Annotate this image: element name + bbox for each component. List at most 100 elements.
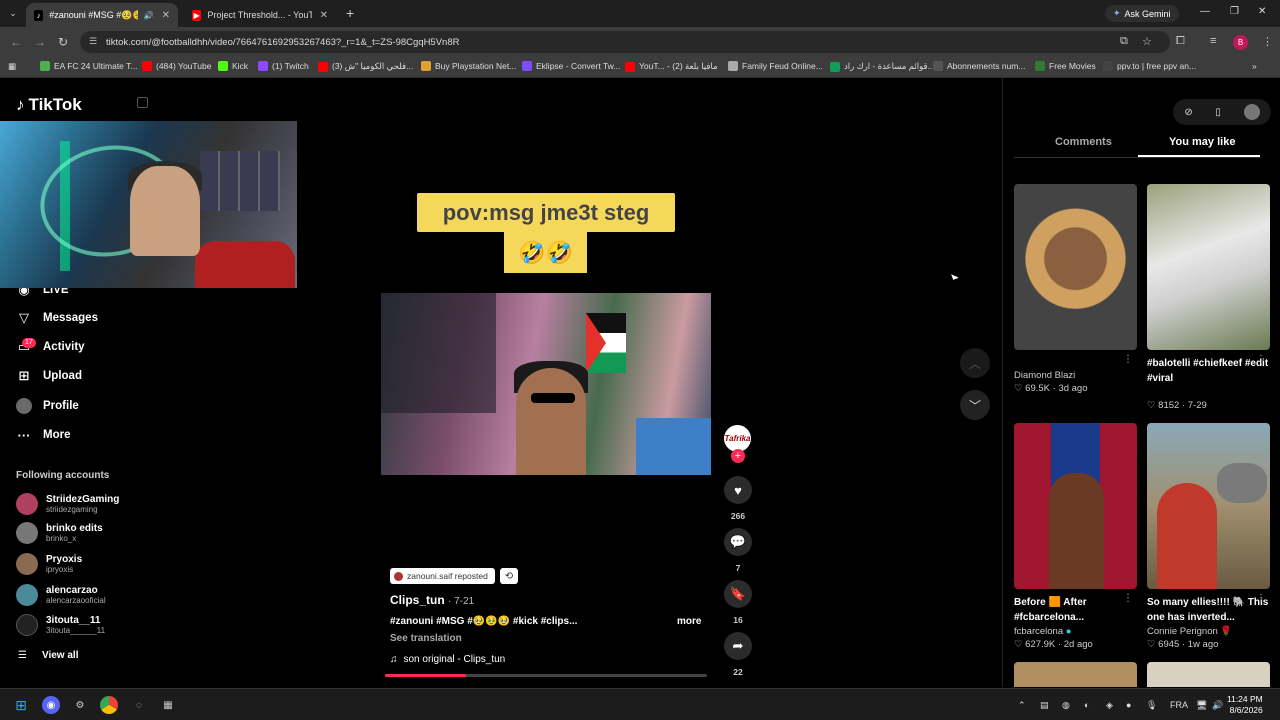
like-button[interactable]: ♥ (724, 476, 752, 504)
following-account[interactable]: alencarzao alencarzaooficial (16, 584, 106, 606)
see-translation-link[interactable]: See translation (390, 633, 462, 644)
save-button[interactable]: 🔖 (724, 580, 752, 608)
tray-app-icon[interactable]: ◍ (1062, 700, 1070, 711)
next-video-button[interactable]: ﹀ (960, 390, 990, 420)
following-account[interactable]: StriidezGaming striidezgaming (16, 493, 119, 515)
tray-app-icon[interactable]: ◈ (1106, 700, 1113, 711)
video-thumbnail[interactable] (1147, 184, 1270, 350)
tray-app-icon[interactable]: ● (1126, 700, 1131, 710)
video-thumbnail[interactable] (1014, 184, 1137, 350)
minimize-icon[interactable]: — (1200, 6, 1210, 17)
bookmark-item[interactable]: Free Movies (1035, 61, 1096, 71)
site-info-icon[interactable]: ☰ (89, 36, 97, 47)
bookmark-item[interactable]: قوائم مساعدة - ارك راد... (830, 61, 935, 72)
bookmark-item[interactable]: Kick (218, 61, 248, 71)
tray-app-icon[interactable]: ▤ (1040, 700, 1049, 711)
tiktok-logo[interactable]: ♪ TikTok (16, 95, 82, 115)
windows-start-icon[interactable]: ⊞ (12, 696, 30, 714)
following-account[interactable]: brinko edits brinko_x (16, 522, 103, 544)
video-player[interactable] (381, 293, 711, 475)
bookmark-item[interactable]: EA FC 24 Ultimate T... (40, 61, 137, 71)
nav-messages[interactable]: ▽ Messages (16, 308, 98, 328)
bookmark-item[interactable]: Abonnements num... (933, 61, 1025, 71)
tray-expand-icon[interactable]: ⌃ (1018, 700, 1026, 711)
following-account[interactable]: 3itouta__11 3itouta______11 (16, 614, 105, 636)
bookmark-item[interactable]: (484) YouTube (142, 61, 211, 71)
card-menu-icon[interactable]: ⋮ (1123, 593, 1133, 604)
chrome-menu-icon[interactable]: ⋮ (1262, 35, 1273, 48)
creator-avatar[interactable]: Tafrika (724, 425, 751, 452)
forward-icon[interactable]: → (34, 35, 46, 49)
maximize-icon[interactable]: ❐ (1230, 6, 1239, 17)
close-tab-icon[interactable]: ✕ (162, 10, 170, 21)
video-thumbnail-partial[interactable] (1014, 662, 1137, 687)
compass-icon[interactable]: ⊘ (1184, 107, 1192, 118)
new-tab-button[interactable]: + (346, 5, 354, 21)
bookmark-item[interactable]: ppv.to | free ppv an... (1103, 61, 1196, 71)
video-thumbnail[interactable] (1147, 423, 1270, 589)
language-indicator[interactable]: FRA (1170, 700, 1188, 710)
close-window-icon[interactable]: ✕ (1258, 6, 1266, 17)
reload-icon[interactable]: ↻ (58, 35, 68, 49)
clock[interactable]: 11:24 PM 8/6/2026 (1227, 694, 1263, 716)
discord-icon[interactable]: ◉ (42, 696, 60, 714)
bookmark-item[interactable]: (3) فلحي الكوميا "ش... (318, 61, 413, 72)
media-control-icon[interactable]: ≡ (1210, 35, 1216, 47)
tab-you-may-like[interactable]: You may like (1169, 136, 1235, 148)
following-account[interactable]: Pryoxis ipryoxis (16, 553, 82, 575)
video-thumbnail[interactable] (1014, 423, 1137, 589)
comment-button[interactable]: 💬 (724, 528, 752, 556)
back-icon[interactable]: ← (10, 35, 22, 49)
tray-app-icon[interactable]: ◐ (1084, 700, 1089, 710)
apps-grid-icon[interactable]: ▦ (8, 61, 16, 72)
extensions-icon[interactable]: ⧠ (1176, 35, 1185, 48)
nav-profile[interactable]: Profile (16, 396, 79, 416)
nav-more[interactable]: ··· More (16, 425, 71, 445)
video-progress-bar[interactable] (385, 674, 707, 677)
chrome-icon[interactable] (100, 696, 118, 714)
speaker-icon[interactable]: 🔊 (144, 11, 154, 20)
bookmark-item[interactable]: YouT... - مافيا بلعة (2) (625, 61, 718, 72)
settings-icon[interactable]: ⚙ (71, 696, 89, 714)
tab-youtube[interactable]: ▶ Project Threshold... - YouTube ✕ (184, 3, 336, 27)
video-thumbnail-partial[interactable] (1147, 662, 1270, 687)
music-info[interactable]: ♫ son original - Clips_tun (390, 654, 505, 665)
collapse-sidebar-icon[interactable] (137, 97, 148, 108)
repost-icon[interactable]: ⟲ (500, 568, 518, 584)
video-card[interactable]: ⋮ Before 🟧 After #fcbarcelona... fcbarce… (1014, 423, 1137, 651)
previous-video-button[interactable]: ︿ (960, 348, 990, 378)
volume-icon[interactable]: 🔊 (1212, 700, 1223, 711)
user-avatar-icon[interactable] (1243, 104, 1260, 120)
card-menu-icon[interactable]: ⋮ (1256, 354, 1266, 365)
app-grid-icon[interactable]: ▦ (159, 696, 177, 714)
bookmark-star-icon[interactable]: ☆ (1142, 35, 1152, 48)
address-bar[interactable]: ☰ tiktok.com/@footballdhh/video/76647616… (80, 31, 1170, 53)
tab-tiktok[interactable]: ♪ #zanouni #MSG #🥹🥹🥹 🔊 ✕ (26, 3, 178, 27)
bookmark-item[interactable]: (1) Twitch (258, 61, 309, 71)
bookmark-item[interactable]: Family Feud Online... (728, 61, 823, 71)
share-button[interactable]: ➦ (724, 632, 752, 660)
nav-upload[interactable]: ⊞ Upload (16, 366, 82, 386)
view-all-button[interactable]: ☰ View all (18, 650, 78, 661)
card-menu-icon[interactable]: ⋮ (1256, 593, 1266, 604)
repost-badge[interactable]: zanouni.saif reposted (390, 568, 495, 584)
ask-gemini-button[interactable]: ✦ Ask Gemini (1105, 5, 1179, 22)
follow-plus-icon[interactable]: + (731, 449, 745, 463)
device-icon[interactable]: ▯ (1215, 107, 1221, 118)
install-app-icon[interactable]: ⧉ (1120, 35, 1128, 48)
network-icon[interactable]: 🖥 (1196, 700, 1207, 711)
video-author[interactable]: Clips_tun · 7-21 (390, 593, 474, 607)
microphone-icon[interactable]: 🎙 (1146, 700, 1157, 711)
card-menu-icon[interactable]: ⋮ (1123, 354, 1133, 365)
close-tab-icon[interactable]: ✕ (320, 10, 328, 21)
profile-avatar[interactable]: B (1233, 35, 1248, 50)
video-card[interactable]: ⋮ So many ellies!!!! 🐘 This one has inve… (1147, 423, 1270, 651)
app-icon[interactable]: ◌ (130, 696, 148, 714)
video-card[interactable]: ⋮ #balotelli #chiefkeef #edit #viral ♡ 8… (1147, 184, 1270, 412)
bookmark-item[interactable]: Buy Playstation Net... (421, 61, 516, 71)
tab-comments[interactable]: Comments (1055, 136, 1112, 148)
more-button[interactable]: more (677, 616, 701, 627)
video-card[interactable]: ⋮ Diamond Blazi ♡ 69.5K · 3d ago (1014, 184, 1137, 395)
bookmark-item[interactable]: Eklipse - Convert Tw... (522, 61, 620, 71)
more-bookmarks-icon[interactable]: » (1252, 61, 1257, 71)
